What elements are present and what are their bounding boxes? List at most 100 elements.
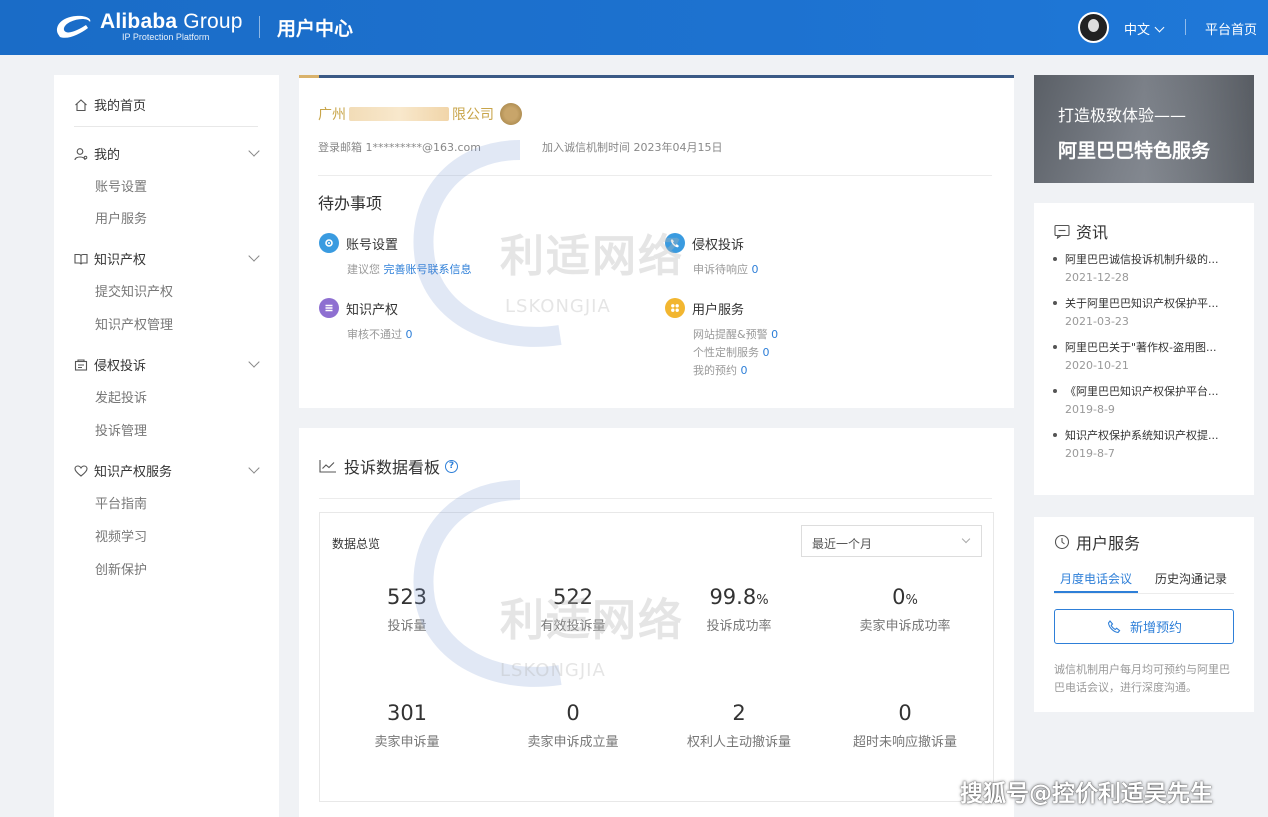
todo-user-service: 用户服务 网站提醒&预警 0 个性定制服务 0 我的预约 0 [665, 298, 778, 380]
language-switcher[interactable]: 中文 [1124, 19, 1165, 38]
banner-line-2: 阿里巴巴特色服务 [1058, 140, 1211, 162]
stat-value: 0 [566, 701, 580, 725]
stat-complaints: 523 投诉量 [327, 585, 487, 634]
news-item-title[interactable]: 《阿里巴巴知识产权保护平台... [1065, 383, 1237, 399]
redacted-text [349, 107, 449, 121]
todo-count[interactable]: 0 [406, 328, 413, 341]
dashboard-title: 投诉数据看板 ? [319, 454, 459, 478]
sidebar-item-innovation-protection[interactable]: 创新保护 [95, 559, 147, 578]
chevron-down-icon [248, 145, 260, 157]
todo-count[interactable]: 0 [752, 263, 759, 276]
todo-count[interactable]: 0 [741, 364, 748, 377]
stat-value: 0 [898, 701, 912, 725]
stat-label: 有效投诉量 [540, 619, 606, 634]
new-appointment-button[interactable]: 新增预约 [1054, 609, 1234, 644]
stat-label: 卖家申诉成功率 [859, 619, 951, 634]
header-divider [259, 16, 260, 38]
data-overview-panel: 数据总览 最近一个月 523 投诉量 522 有效投诉量 99.8% 投诉成功率… [319, 512, 994, 802]
login-email: 登录邮箱 1*********@163.com [318, 141, 481, 154]
chevron-down-icon [248, 462, 260, 474]
todo-complaint-link[interactable]: 侵权投诉 [665, 233, 759, 253]
stat-label: 卖家申诉成立量 [527, 735, 619, 750]
stat-seller-appeal-rate: 0% 卖家申诉成功率 [825, 585, 985, 634]
promo-banner[interactable]: 打造极致体验—— 阿里巴巴特色服务 [1034, 75, 1254, 183]
company-name-prefix: 广州 [318, 107, 346, 123]
todo-user-service-link[interactable]: 用户服务 [665, 298, 778, 318]
todo-label: 用户服务 [692, 302, 745, 318]
news-item[interactable]: 阿里巴巴关于"著作权-盗用图... 2020-10-21 [1052, 339, 1237, 383]
service-title-text: 用户服务 [1076, 534, 1141, 553]
todo-count[interactable]: 0 [763, 346, 770, 359]
sidebar-group-complaint[interactable]: 侵权投诉 [74, 355, 262, 374]
tab-monthly-call[interactable]: 月度电话会议 [1060, 570, 1132, 587]
top-header: Alibaba Group IP Protection Platform 用户中… [0, 0, 1268, 55]
sidebar-item-account-settings[interactable]: 账号设置 [95, 176, 147, 195]
complete-contact-info-link[interactable]: 完善账号联系信息 [384, 263, 472, 276]
period-select[interactable]: 最近一个月 [801, 525, 982, 557]
card-top-accent [299, 75, 319, 78]
todo-title: 待办事项 [318, 194, 383, 213]
message-icon [1054, 224, 1070, 239]
news-item-title[interactable]: 阿里巴巴诚信投诉机制升级的... [1065, 251, 1237, 267]
sidebar-item-ip-management[interactable]: 知识产权管理 [95, 314, 173, 333]
banner-shade [1144, 75, 1254, 183]
sidebar-item-submit-ip[interactable]: 提交知识产权 [95, 281, 173, 300]
sidebar-group-mine[interactable]: 我的 [74, 144, 262, 163]
news-item-title[interactable]: 阿里巴巴关于"著作权-盗用图... [1065, 339, 1237, 355]
news-item-date: 2019-8-7 [1065, 447, 1115, 460]
help-icon[interactable]: ? [445, 459, 459, 473]
todo-account-settings-link[interactable]: 账号设置 [319, 233, 472, 253]
news-item-title[interactable]: 知识产权保护系统知识产权提... [1065, 427, 1237, 443]
avatar[interactable] [1078, 12, 1109, 43]
new-appointment-label: 新增预约 [1129, 621, 1182, 636]
news-title-text: 资讯 [1076, 223, 1109, 242]
stat-value: 99.8% [709, 585, 769, 609]
sidebar-group-ip[interactable]: 知识产权 [74, 249, 262, 268]
news-item-date: 2021-12-28 [1065, 271, 1129, 284]
tab-history[interactable]: 历史沟通记录 [1155, 570, 1227, 587]
todo-detail: 网站提醒&预警 0 个性定制服务 0 我的预约 0 [693, 328, 779, 377]
news-item-title[interactable]: 关于阿里巴巴知识产权保护平... [1065, 295, 1237, 311]
news-item-date: 2019-8-9 [1065, 403, 1115, 416]
period-select-value: 最近一个月 [812, 537, 873, 551]
sidebar-group-label: 知识产权服务 [94, 465, 173, 480]
medal-icon [500, 103, 522, 125]
news-item[interactable]: 阿里巴巴诚信投诉机制升级的... 2021-12-28 [1052, 251, 1237, 295]
corner-watermark: 搜狐号@控价利适吴先生 [960, 781, 1213, 807]
overview-label: 数据总览 [332, 537, 381, 551]
sidebar-item-platform-guide[interactable]: 平台指南 [95, 493, 147, 512]
chevron-down-icon [248, 250, 260, 262]
platform-home-link[interactable]: 平台首页 [1205, 19, 1257, 38]
sidebar-item-user-service[interactable]: 用户服务 [95, 208, 147, 227]
todo-account-settings: 账号设置 建议您 完善账号联系信息 [319, 233, 472, 279]
todo-ip-link[interactable]: 知识产权 [319, 298, 413, 318]
news-list: 阿里巴巴诚信投诉机制升级的... 2021-12-28 关于阿里巴巴知识产权保护平… [1052, 251, 1237, 471]
stat-value: 522 [552, 585, 594, 609]
todo-label: 知识产权 [346, 302, 399, 318]
sidebar-item-video-learning[interactable]: 视频学习 [95, 526, 147, 545]
brand-name: Alibaba Group [100, 10, 243, 33]
stat-value: 0% [892, 585, 918, 609]
todo-count[interactable]: 0 [771, 328, 778, 341]
todo-ip: 知识产权 审核不通过 0 [319, 298, 413, 344]
card-divider [318, 175, 992, 176]
chevron-down-icon [1154, 22, 1165, 33]
sidebar-group-label: 知识产权 [94, 253, 147, 268]
sidebar-item-start-complaint[interactable]: 发起投诉 [95, 387, 147, 406]
alibaba-logo[interactable]: Alibaba Group IP Protection Platform [52, 10, 242, 46]
news-item-date: 2020-10-21 [1065, 359, 1129, 372]
todo-detail: 申诉待响应 0 [693, 263, 759, 276]
stat-valid-complaints: 522 有效投诉量 [493, 585, 653, 634]
sidebar: 我的首页 我的 账号设置 用户服务 知识产权 提交知识产权 知识产权管理 侵权投… [54, 75, 279, 817]
news-item[interactable]: 《阿里巴巴知识产权保护平台... 2019-8-9 [1052, 383, 1237, 427]
sidebar-item-home[interactable]: 我的首页 [74, 95, 146, 114]
todo-detail: 建议您 完善账号联系信息 [347, 263, 472, 276]
sidebar-group-ip-service[interactable]: 知识产权服务 [74, 461, 262, 480]
sidebar-item-complaint-management[interactable]: 投诉管理 [95, 420, 147, 439]
brand-subtitle: IP Protection Platform [122, 32, 210, 42]
stat-label: 权利人主动撤诉量 [686, 735, 791, 750]
clock-icon [1054, 534, 1070, 550]
dashboard-divider [319, 498, 992, 499]
news-item[interactable]: 关于阿里巴巴知识产权保护平... 2021-03-23 [1052, 295, 1237, 339]
news-item[interactable]: 知识产权保护系统知识产权提... 2019-8-7 [1052, 427, 1237, 471]
